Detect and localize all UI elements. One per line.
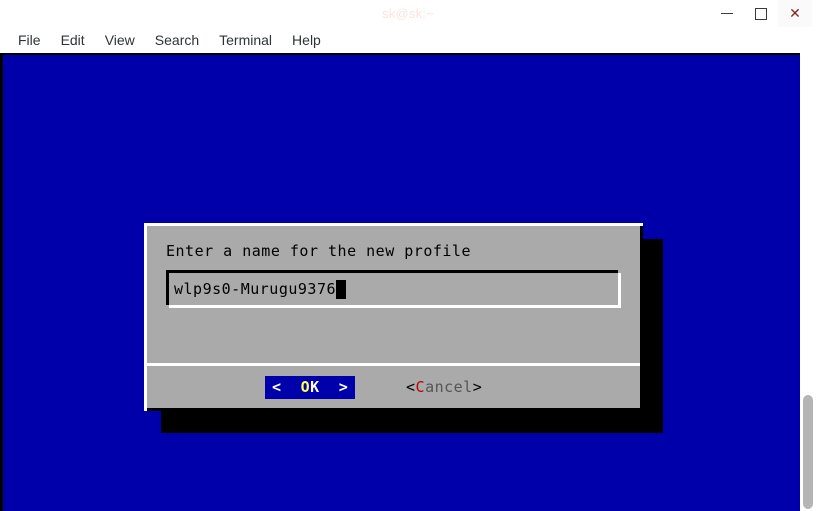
menu-item-search[interactable]: Search xyxy=(145,30,209,50)
minimize-icon xyxy=(721,13,733,14)
dialog-border-bottom xyxy=(147,408,643,411)
cancel-label-rest: ancel xyxy=(425,378,473,396)
terminal-right-gap xyxy=(800,53,816,511)
terminal-scrollbar[interactable] xyxy=(800,53,816,511)
new-profile-dialog: Enter a name for the new profile wlp9s0-… xyxy=(144,223,643,411)
menu-item-edit[interactable]: Edit xyxy=(51,30,95,50)
profile-name-value: wlp9s0-Murugu9376 xyxy=(174,280,337,298)
menu-item-terminal[interactable]: Terminal xyxy=(209,30,282,50)
dialog-border-top xyxy=(144,223,643,226)
maximize-button[interactable] xyxy=(744,0,778,27)
cancel-open-bracket: < xyxy=(406,378,416,396)
cancel-close-bracket: > xyxy=(472,378,483,396)
ok-button[interactable]: < OK > xyxy=(265,376,356,399)
terminal-window: sk@sk:~ ✕ File Edit View Search Terminal… xyxy=(0,0,816,511)
terminal-area[interactable]: Enter a name for the new profile wlp9s0-… xyxy=(0,53,816,511)
ok-spacer-left xyxy=(282,378,301,396)
menu-item-help[interactable]: Help xyxy=(282,30,331,50)
scrollbar-thumb[interactable] xyxy=(803,395,813,509)
dialog-border-right xyxy=(640,226,643,411)
window-title: sk@sk:~ xyxy=(382,6,434,21)
cancel-button[interactable]: <Cancel> xyxy=(406,378,482,397)
window-controls: ✕ xyxy=(710,0,812,27)
menu-item-view[interactable]: View xyxy=(95,30,145,50)
ok-label-rest: K xyxy=(310,378,320,396)
maximize-icon xyxy=(755,7,767,20)
text-cursor xyxy=(336,279,347,299)
close-button[interactable]: ✕ xyxy=(778,0,812,27)
menu-item-file[interactable]: File xyxy=(8,30,51,50)
dialog-button-row: < OK > <Cancel> xyxy=(147,366,640,408)
cancel-hotkey: C xyxy=(415,378,426,396)
ok-spacer-right xyxy=(320,378,339,396)
minimize-button[interactable] xyxy=(710,0,744,27)
menubar: File Edit View Search Terminal Help xyxy=(0,27,816,53)
terminal-canvas[interactable]: Enter a name for the new profile wlp9s0-… xyxy=(3,55,800,511)
dialog-prompt: Enter a name for the new profile xyxy=(166,242,471,260)
profile-name-input[interactable]: wlp9s0-Murugu9376 xyxy=(169,273,618,305)
profile-name-input-wrapper[interactable]: wlp9s0-Murugu9376 xyxy=(166,270,621,308)
ok-open-bracket: < xyxy=(272,378,282,396)
window-titlebar: sk@sk:~ ✕ xyxy=(0,0,816,28)
ok-hotkey: O xyxy=(300,378,311,396)
ok-close-bracket: > xyxy=(338,378,349,396)
